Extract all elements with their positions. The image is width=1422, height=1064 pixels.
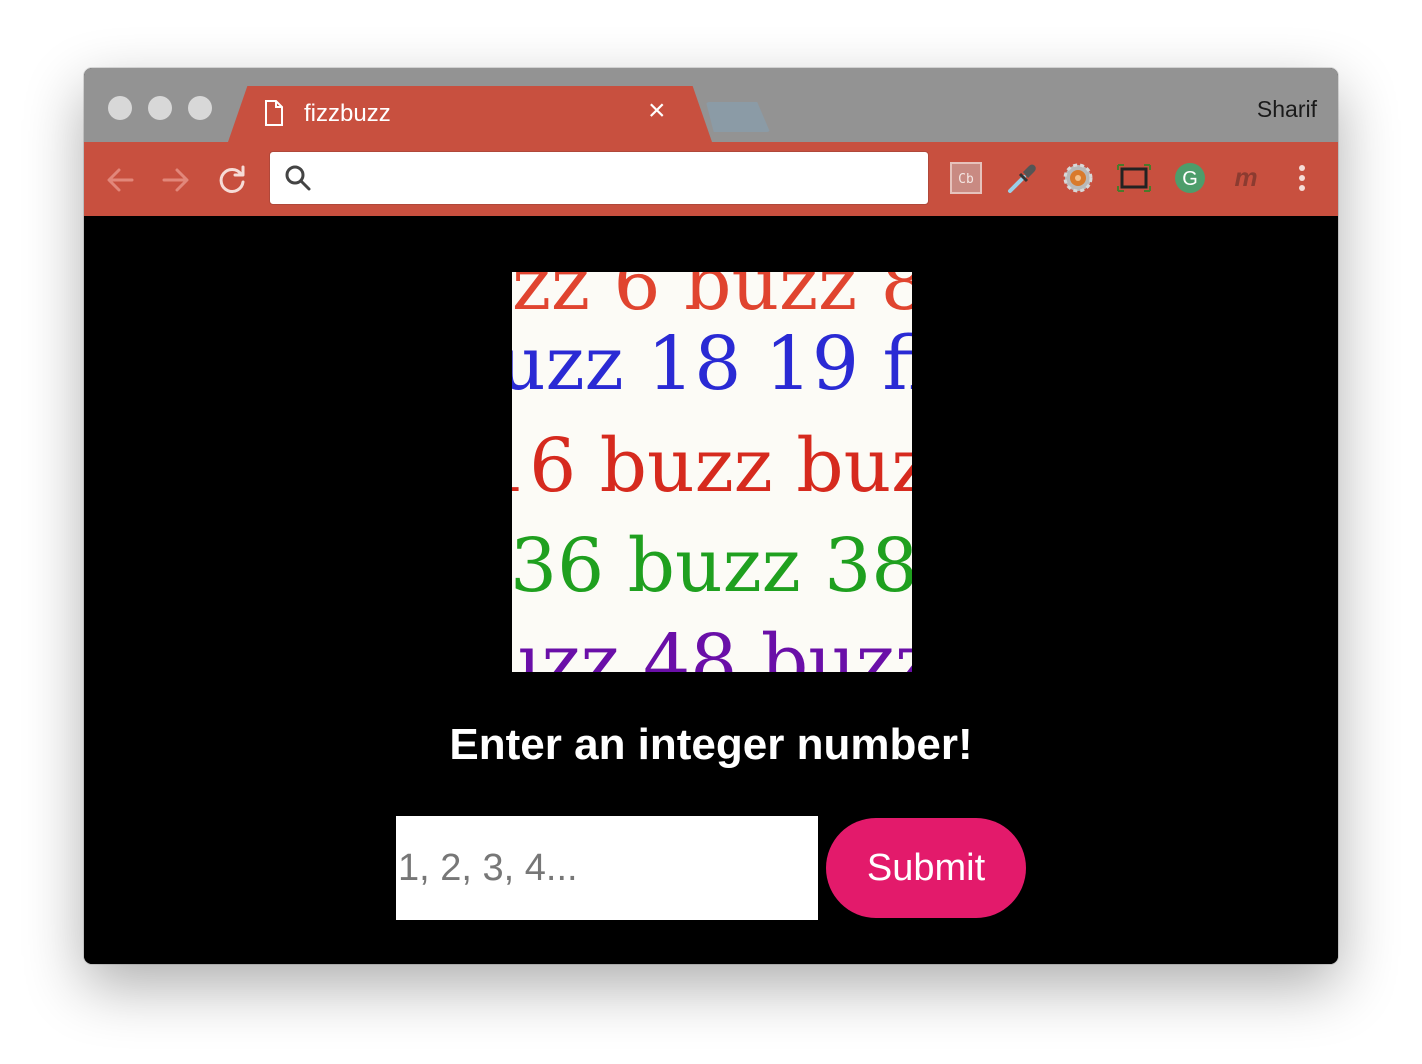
m-extension-label: m (1234, 162, 1257, 192)
hero-line-2: uzz 18 19 fi (512, 321, 912, 407)
number-input[interactable] (396, 816, 818, 920)
page-content: zz 6 buzz 8 uzz 18 19 fi 16 buzz buzz 36… (84, 216, 1338, 964)
window-resize-icon[interactable] (1116, 160, 1152, 196)
page-icon (265, 100, 283, 126)
menu-dots-icon[interactable] (1284, 160, 1320, 196)
grammarly-label: G (1182, 168, 1198, 190)
address-bar[interactable] (269, 151, 929, 205)
reload-icon[interactable] (214, 162, 250, 198)
hero-line-3: 16 buzz buzz (512, 423, 912, 509)
tab-fizzbuzz[interactable]: fizzbuzz × (228, 86, 712, 142)
tab-close-icon[interactable]: × (648, 96, 666, 126)
back-arrow-icon[interactable] (102, 162, 138, 198)
fizzbuzz-hero-image: zz 6 buzz 8 uzz 18 19 fi 16 buzz buzz 36… (512, 272, 912, 672)
cb-extension-label: Cb (958, 172, 974, 187)
new-tab-button[interactable] (706, 102, 770, 132)
minimize-window-button[interactable] (148, 96, 172, 120)
page-heading: Enter an integer number! (449, 720, 973, 769)
forward-arrow-icon[interactable] (158, 162, 194, 198)
cb-extension-icon[interactable]: Cb (948, 160, 984, 196)
search-icon (285, 165, 311, 191)
grammarly-icon[interactable]: G (1172, 160, 1208, 196)
browser-toolbar: Cb G m (84, 142, 1338, 216)
gear-icon[interactable] (1060, 160, 1096, 196)
profile-name[interactable]: Sharif (1257, 96, 1317, 123)
close-window-button[interactable] (108, 96, 132, 120)
tab-title: fizzbuzz (304, 100, 391, 127)
eyedropper-icon[interactable] (1004, 160, 1040, 196)
hero-line-4: 36 buzz 38 (512, 523, 912, 609)
submit-button[interactable]: Submit (826, 818, 1026, 918)
browser-window: fizzbuzz × Sharif Cb G m zz 6 buzz 8 uzz… (84, 68, 1338, 964)
title-bar: fizzbuzz × Sharif (84, 68, 1338, 142)
hero-line-1: zz 6 buzz 8 (512, 272, 912, 327)
m-extension-icon[interactable]: m (1228, 160, 1264, 196)
maximize-window-button[interactable] (188, 96, 212, 120)
hero-line-5: uzz 48 buzz (512, 619, 912, 672)
